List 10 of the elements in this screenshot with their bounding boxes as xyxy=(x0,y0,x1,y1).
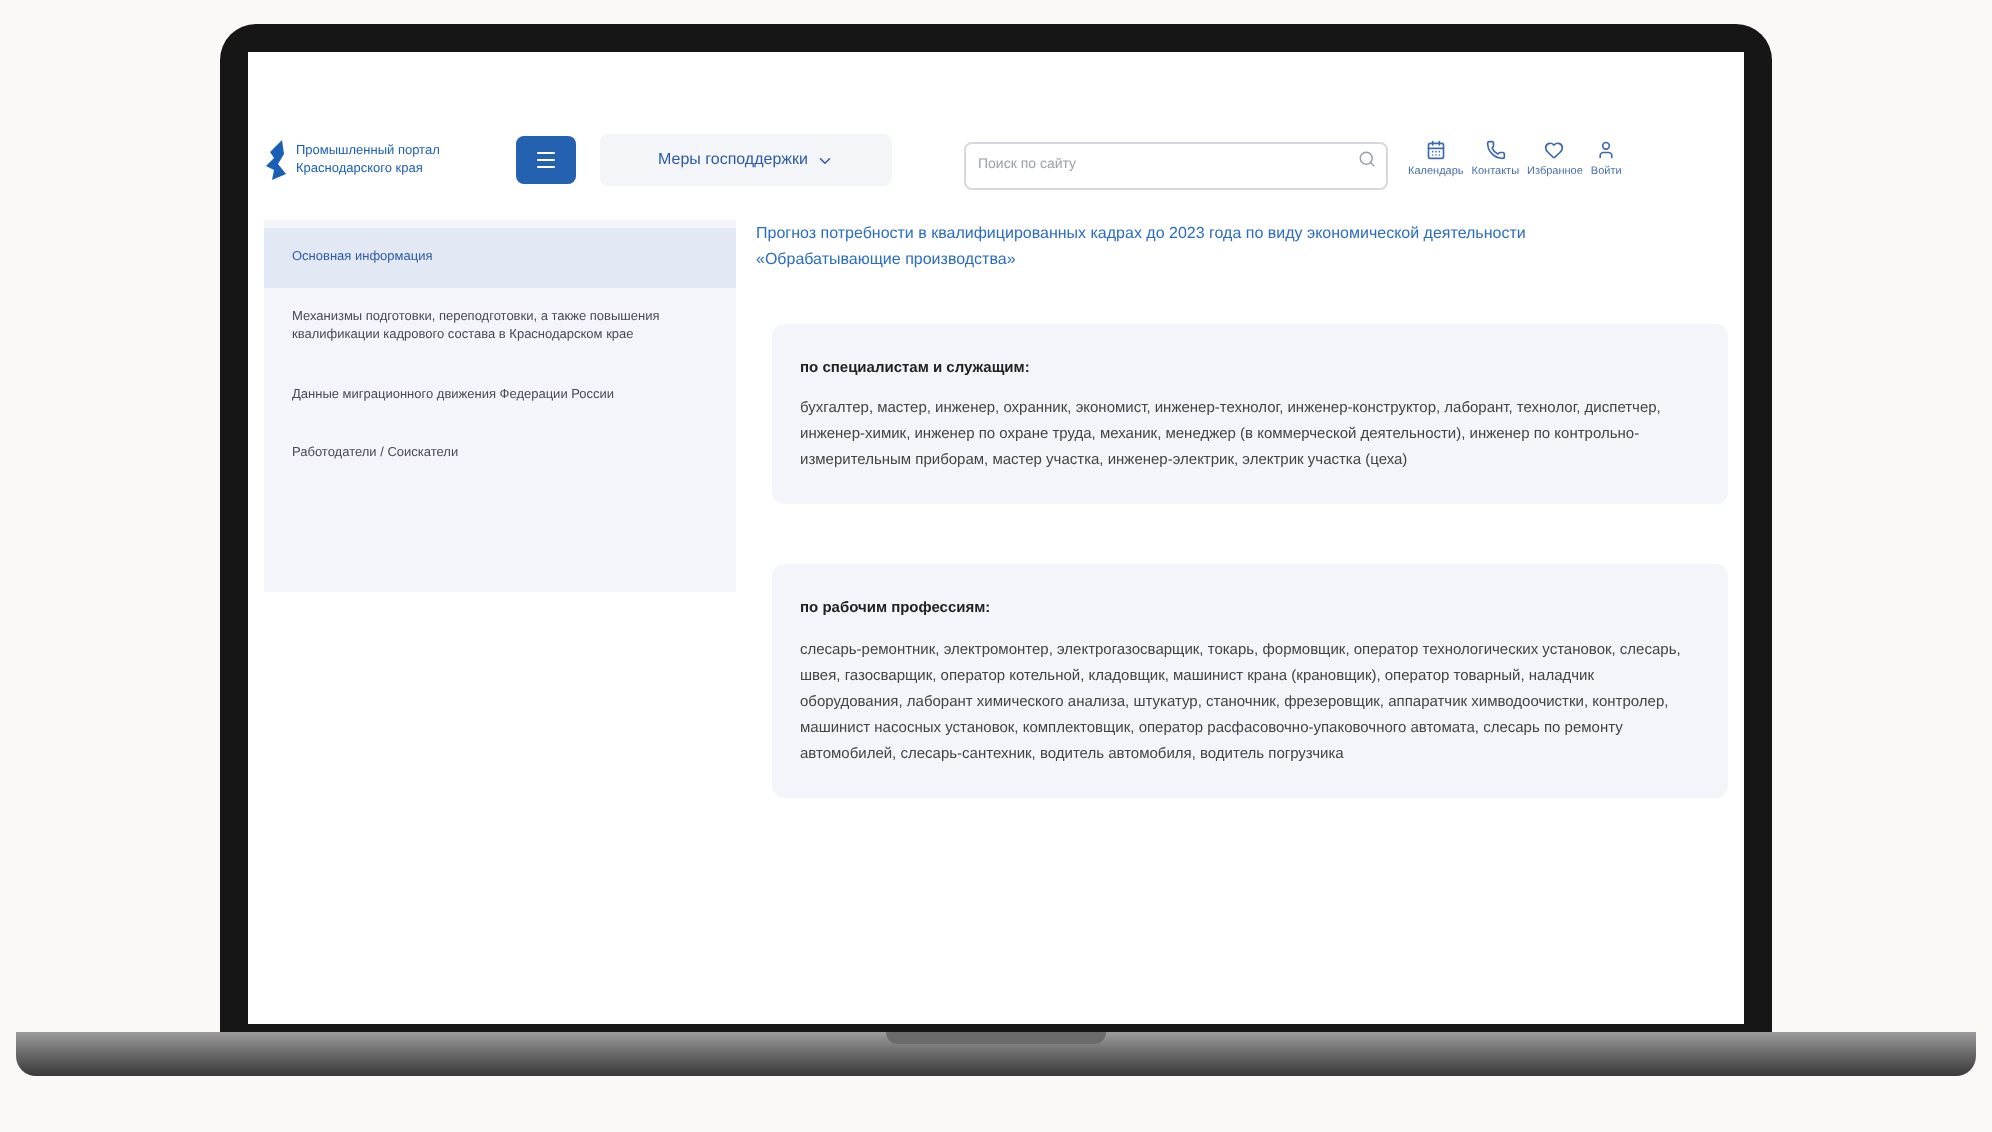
calendar-icon xyxy=(1425,139,1446,160)
phone-icon xyxy=(1485,139,1506,160)
search-icon xyxy=(1358,150,1376,168)
support-dropdown[interactable]: Меры господдержки xyxy=(600,134,892,186)
logo-icon xyxy=(264,138,288,182)
menu-button[interactable] xyxy=(516,136,576,184)
heart-icon xyxy=(1544,139,1565,160)
page-title: Прогноз потребности в квалифицированных кадрах до 2023 года по виду экономической деятельности «Обрабатывающие производства» xyxy=(756,222,1528,272)
menu-icon xyxy=(534,148,558,172)
user-icon xyxy=(1596,139,1617,160)
